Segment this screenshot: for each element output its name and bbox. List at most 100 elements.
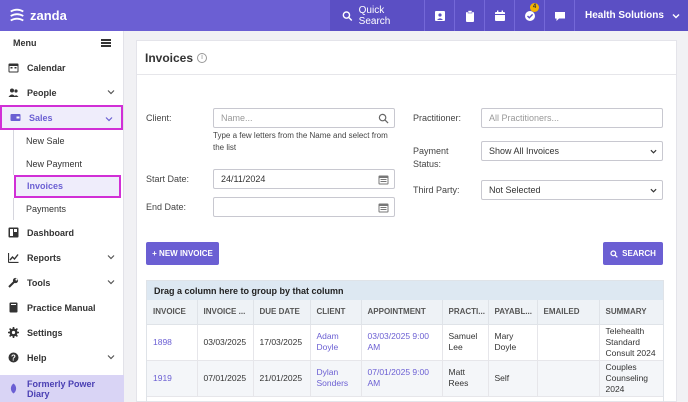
- column-header[interactable]: INVOICE: [147, 300, 198, 325]
- practitioner-input[interactable]: All Practitioners...: [481, 108, 663, 128]
- table-cell: Self: [488, 360, 538, 397]
- search-icon: [610, 249, 618, 258]
- sidebar-formerly-power-diary[interactable]: Formerly Power Diary: [0, 375, 124, 402]
- brand-logo[interactable]: zanda: [0, 7, 330, 25]
- sidebar-item-dashboard[interactable]: Dashboard: [0, 220, 123, 245]
- tasks-button[interactable]: 4: [514, 0, 544, 31]
- calendar-icon[interactable]: [378, 202, 389, 213]
- quick-search-button[interactable]: Quick Search: [330, 0, 424, 31]
- table-cell: Matt Rees: [442, 360, 489, 397]
- appointments-button[interactable]: [484, 0, 514, 31]
- wallet-icon: [10, 112, 21, 123]
- sidebar: Menu Calendar People Sales New Sale New …: [0, 31, 124, 402]
- book-icon: [8, 302, 19, 313]
- wrench-icon: [8, 277, 19, 288]
- chevron-down-icon: [650, 149, 657, 154]
- column-header[interactable]: PAYABL...: [488, 300, 538, 325]
- sidebar-item-people[interactable]: People: [0, 80, 123, 105]
- client-help-text: Type a few letters from the Name and sel…: [213, 131, 388, 152]
- main-panel: Invoices i Client: Name... Type a few le…: [136, 40, 677, 402]
- chevron-down-icon: [105, 117, 113, 122]
- chat-button[interactable]: [544, 0, 574, 31]
- invoice-number-link[interactable]: 1919: [147, 360, 198, 397]
- info-icon[interactable]: i: [197, 52, 208, 63]
- sidebar-sub-payments[interactable]: Payments: [13, 197, 123, 220]
- hamburger-icon[interactable]: [101, 39, 111, 47]
- payment-status-select[interactable]: Show All Invoices: [481, 141, 663, 161]
- company-selector[interactable]: Health Solutions: [574, 0, 688, 31]
- end-date-field[interactable]: [213, 197, 395, 217]
- people-icon: [8, 87, 19, 98]
- table-row[interactable]: 1919 07/01/2025 21/01/2025 Dylan Sonders…: [147, 360, 663, 397]
- invoices-table: INVOICE INVOICE ... DUE DATE CLIENT APPO…: [147, 300, 663, 397]
- chevron-down-icon: [107, 355, 115, 360]
- client-input[interactable]: Name...: [213, 108, 395, 128]
- brand-name: zanda: [30, 8, 67, 23]
- table-row[interactable]: 1898 03/03/2025 17/03/2025 Adam Doyle 03…: [147, 324, 663, 361]
- third-party-label: Third Party:: [413, 185, 460, 195]
- sidebar-item-label: Settings: [27, 327, 63, 338]
- calendar-icon[interactable]: [378, 174, 389, 185]
- sidebar-item-help[interactable]: ? Help: [0, 345, 123, 370]
- contacts-button[interactable]: [424, 0, 454, 31]
- column-header[interactable]: EMAILED: [537, 300, 600, 325]
- table-cell: Samuel Lee: [442, 324, 489, 361]
- column-header[interactable]: SUMMARY: [599, 300, 663, 325]
- chevron-down-icon: [107, 255, 115, 260]
- column-header[interactable]: APPOINTMENT: [361, 300, 443, 325]
- payment-status-label: Payment Status:: [413, 146, 449, 169]
- calendar-icon: [8, 62, 19, 73]
- sidebar-item-label: Reports: [27, 252, 62, 263]
- search-button[interactable]: SEARCH: [603, 242, 663, 265]
- table-header-row: INVOICE INVOICE ... DUE DATE CLIENT APPO…: [147, 300, 663, 325]
- invoice-number-link[interactable]: 1898: [147, 324, 198, 361]
- notes-button[interactable]: [454, 0, 484, 31]
- help-icon: ?: [8, 352, 19, 363]
- chevron-down-icon: [107, 280, 115, 285]
- company-name: Health Solutions: [585, 10, 664, 21]
- sidebar-item-label: Dashboard: [27, 227, 75, 238]
- sidebar-item-settings[interactable]: Settings: [0, 320, 123, 345]
- sidebar-item-practice-manual[interactable]: Practice Manual: [0, 295, 123, 320]
- sidebar-sub-new-sale[interactable]: New Sale: [13, 130, 123, 153]
- sidebar-item-sales[interactable]: Sales: [0, 105, 123, 130]
- client-label: Client:: [146, 113, 172, 123]
- page-header: Invoices i: [137, 41, 676, 75]
- third-party-select[interactable]: Not Selected: [481, 180, 663, 200]
- group-drop-area[interactable]: Drag a column here to group by that colu…: [147, 281, 663, 300]
- sidebar-sub-new-payment[interactable]: New Payment: [13, 152, 123, 175]
- top-bar: zanda Quick Search 4 Health Solutions: [0, 0, 688, 31]
- chevron-down-icon: [107, 90, 115, 95]
- clipboard-icon: [465, 9, 474, 22]
- client-link[interactable]: Dylan Sonders: [310, 360, 362, 397]
- sidebar-item-reports[interactable]: Reports: [0, 245, 123, 270]
- start-date-field[interactable]: 24/11/2024: [213, 169, 395, 189]
- column-header[interactable]: DUE DATE: [253, 300, 311, 325]
- new-invoice-button[interactable]: + NEW INVOICE: [146, 242, 219, 265]
- payment-status-value: Show All Invoices: [489, 146, 560, 156]
- table-cell: 17/03/2025: [253, 324, 311, 361]
- table-cell: Mary Doyle: [488, 324, 538, 361]
- table-cell: 21/01/2025: [253, 360, 311, 397]
- column-header[interactable]: INVOICE ...: [197, 300, 254, 325]
- contact-card-icon: [434, 10, 445, 21]
- table-cell: Telehealth Standard Consult 2024: [599, 324, 663, 361]
- appointment-link[interactable]: 07/01/2025 9:00 AM: [361, 360, 443, 397]
- column-header[interactable]: CLIENT: [310, 300, 362, 325]
- sidebar-sub-invoices[interactable]: Invoices: [14, 175, 121, 198]
- sidebar-item-label: Sales: [29, 112, 53, 123]
- page-title: Invoices: [145, 50, 194, 65]
- sidebar-item-calendar[interactable]: Calendar: [0, 55, 123, 80]
- dashboard-icon: [8, 227, 19, 238]
- sidebar-item-tools[interactable]: Tools: [0, 270, 123, 295]
- client-link[interactable]: Adam Doyle: [310, 324, 362, 361]
- table-cell: [537, 324, 600, 361]
- table-cell: 03/03/2025: [197, 324, 254, 361]
- sidebar-item-label: Practice Manual: [27, 302, 96, 313]
- search-icon: [342, 10, 353, 21]
- column-header[interactable]: PRACTI...: [442, 300, 489, 325]
- table-cell: Couples Counseling 2024: [599, 360, 663, 397]
- appointment-link[interactable]: 03/03/2025 9:00 AM: [361, 324, 443, 361]
- quick-search-label: Quick Search: [358, 4, 391, 27]
- end-date-label: End Date:: [146, 202, 187, 212]
